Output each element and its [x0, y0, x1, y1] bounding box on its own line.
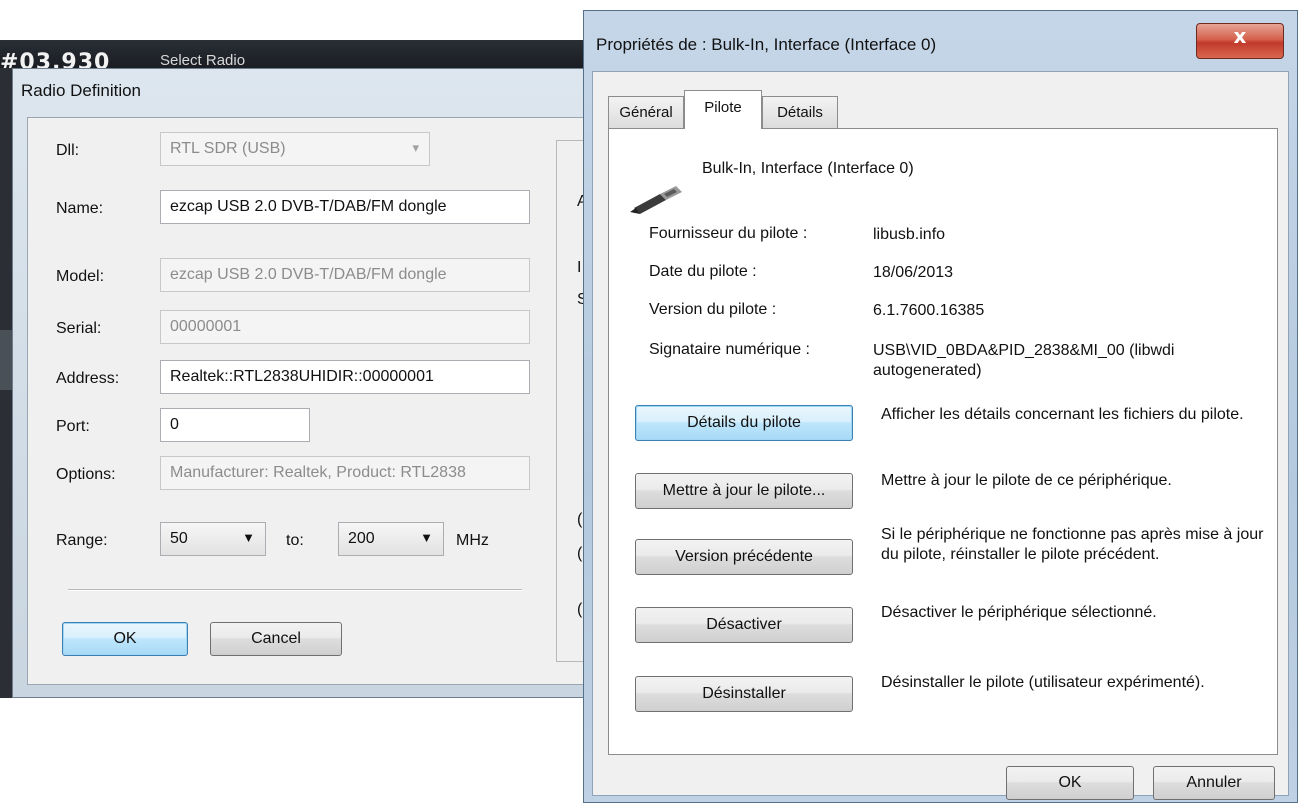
address-label: Address:: [56, 370, 120, 387]
address-field[interactable]: Realtek::RTL2838UHIDIR::00000001: [160, 360, 530, 394]
options-field: Manufacturer: Realtek, Product: RTL2838: [160, 456, 530, 490]
disable-description: Désactiver le périphérique sélectionné.: [881, 604, 1157, 621]
info-key: Version du pilote :: [649, 301, 777, 318]
driver-tab-panel: Bulk-In, Interface (Interface 0) Fournis…: [608, 128, 1278, 755]
radio-definition-dialog: Radio Definition Dll: RTL SDR (USB) ▾ Na…: [12, 68, 602, 698]
separator: [68, 589, 522, 591]
range-from-value: 50: [170, 530, 188, 547]
range-to-label: to:: [286, 532, 304, 549]
update-driver-description: Mettre à jour le pilote de ce périphériq…: [881, 472, 1172, 489]
uninstall-description: Désinstaller le pilote (utilisateur expé…: [881, 674, 1205, 691]
driver-details-description: Afficher les détails concernant les fich…: [881, 406, 1244, 423]
info-value: libusb.info: [873, 226, 946, 243]
radio-definition-client: Dll: RTL SDR (USB) ▾ Name: ezcap USB 2.0…: [27, 117, 597, 685]
select-radio-label[interactable]: Select Radio: [160, 52, 245, 68]
port-label: Port:: [56, 418, 90, 435]
background-app-toolbar: #03.930 Select Radio: [0, 40, 590, 68]
chevron-down-icon: ▼: [242, 530, 255, 545]
info-key: Fournisseur du pilote :: [649, 225, 808, 242]
properties-client: Général Pilote Détails Bulk-In, Interfac…: [592, 71, 1289, 800]
dll-select-value: RTL SDR (USB): [170, 140, 286, 157]
options-label: Options:: [56, 466, 116, 483]
model-field: ezcap USB 2.0 DVB-T/DAB/FM dongle: [160, 258, 530, 292]
right-panel-text: (: [577, 511, 583, 528]
info-key: Signataire numérique :: [649, 341, 810, 358]
right-panel-text: (: [577, 601, 583, 618]
tab-general[interactable]: Général: [608, 96, 684, 128]
tab-pilote[interactable]: Pilote: [684, 90, 762, 129]
serial-label: Serial:: [56, 320, 102, 337]
usb-device-icon: [630, 186, 682, 214]
info-value: 6.1.7600.16385: [873, 302, 985, 319]
update-driver-button[interactable]: Mettre à jour le pilote...: [635, 473, 853, 509]
dll-label: Dll:: [56, 142, 80, 159]
range-unit: MHz: [456, 532, 489, 549]
info-value: USB\VID_0BDA&PID_2838&MI_00 (libwdi auto…: [873, 342, 1175, 379]
roll-back-driver-description: Si le périphérique ne fonctionne pas apr…: [881, 526, 1264, 563]
uninstall-button[interactable]: Désinstaller: [635, 676, 853, 712]
close-button[interactable]: x: [1196, 23, 1284, 59]
ok-button[interactable]: OK: [62, 622, 188, 656]
tab-details[interactable]: Détails: [762, 96, 838, 128]
frequency-readout: #03.930: [0, 50, 111, 68]
ok-button[interactable]: OK: [1006, 766, 1134, 800]
range-label: Range:: [56, 532, 108, 549]
properties-dialog: Propriétés de : Bulk-In, Interface (Inte…: [583, 10, 1298, 803]
right-panel-text: I: [577, 259, 582, 276]
range-to-select[interactable]: 200 ▼: [338, 522, 444, 556]
cancel-button[interactable]: Cancel: [210, 622, 342, 656]
device-name: Bulk-In, Interface (Interface 0): [702, 160, 914, 177]
name-label: Name:: [56, 200, 104, 217]
driver-details-button[interactable]: Détails du pilote: [635, 405, 853, 441]
radio-definition-title: Radio Definition: [21, 81, 142, 100]
range-from-select[interactable]: 50 ▼: [160, 522, 266, 556]
info-key: Date du pilote :: [649, 263, 757, 280]
disable-button[interactable]: Désactiver: [635, 607, 853, 643]
close-icon: x: [1233, 24, 1247, 48]
range-to-value: 200: [348, 530, 375, 547]
right-panel-text: (: [577, 545, 583, 562]
properties-title: Propriétés de : Bulk-In, Interface (Inte…: [596, 35, 937, 54]
cancel-button[interactable]: Annuler: [1153, 766, 1275, 800]
chevron-down-icon: ▾: [412, 140, 419, 155]
info-value: 18/06/2013: [873, 264, 954, 281]
port-field[interactable]: 0: [160, 408, 310, 442]
dll-select: RTL SDR (USB) ▾: [160, 132, 430, 166]
serial-field: 00000001: [160, 310, 530, 344]
name-field[interactable]: ezcap USB 2.0 DVB-T/DAB/FM dongle: [160, 190, 530, 224]
roll-back-driver-button[interactable]: Version précédente: [635, 539, 853, 575]
chevron-down-icon: ▼: [420, 530, 433, 545]
background-app-edge: [0, 68, 12, 698]
model-label: Model:: [56, 268, 105, 285]
